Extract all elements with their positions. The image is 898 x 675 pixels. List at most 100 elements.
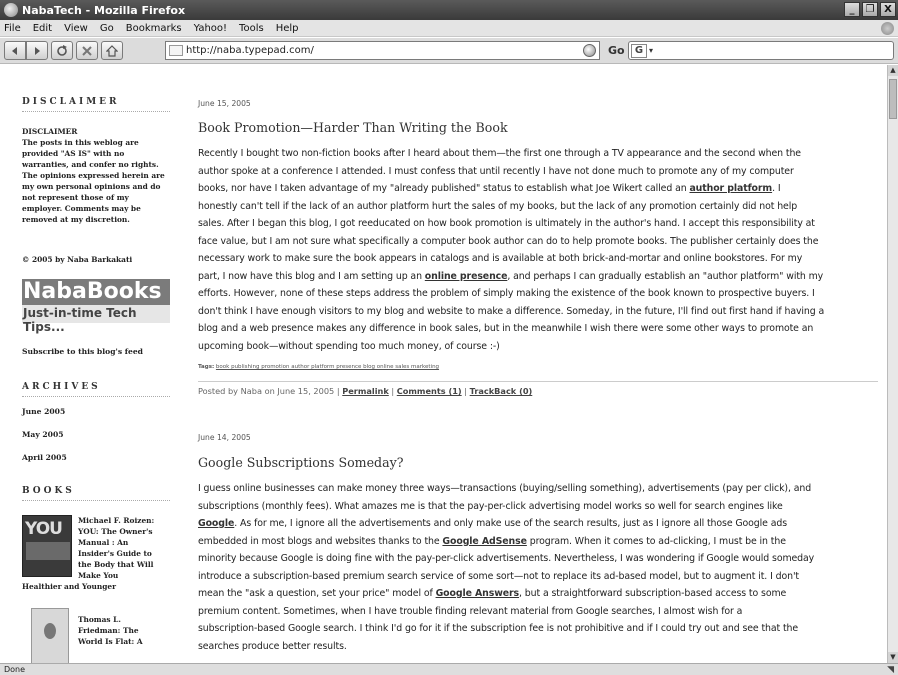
menu-view[interactable]: View [64,23,88,34]
post-body: Recently I bought two non-fiction books … [198,145,878,355]
google-search-engine-icon[interactable]: G [631,43,647,58]
menu-file[interactable]: File [4,23,21,34]
disclaimer-line: The posts in this weblog are [22,138,139,147]
post-text: face value, but I am not sure what speci… [198,235,819,247]
menu-edit[interactable]: Edit [33,23,52,34]
maximize-button[interactable]: ❐ [862,2,878,17]
book-description[interactable]: Michael F. Roizen: YOU: The Owner's Manu… [78,515,154,581]
post-text: I guess online businesses can make money… [198,483,812,494]
disclaimer-line: The opinions expressed herein are [22,171,165,180]
archives-heading: ARCHIVES [22,382,170,397]
post-line: minority because Google is doing fine wi… [198,550,878,568]
book-description-tail[interactable]: Healthier and Younger [22,581,116,592]
post-text: necessary work to make sure the book app… [198,253,803,264]
inline-link[interactable]: Google [198,518,234,529]
post-text: , and perhaps I can gradually establish … [507,270,824,282]
copyright-text: © 2005 by Naba Barkakati [22,255,133,264]
post-date: June 14, 2005 [198,433,251,442]
status-text: Done [4,665,26,674]
scroll-down-arrow-icon[interactable]: ▼ [888,652,898,663]
post-line: sales. After I began this blog, I got re… [198,215,878,233]
book-line: Friedman: The [78,626,139,635]
forward-button[interactable] [26,41,48,60]
reload-button[interactable] [51,41,73,60]
scroll-up-arrow-icon[interactable]: ▲ [888,65,898,76]
permalink-link[interactable]: Permalink [342,386,389,396]
window-controls: _ ❐ X [844,2,896,17]
post-date: June 15, 2005 [198,99,251,108]
disclaimer-text: DISCLAIMER The posts in this weblog are … [22,126,174,225]
back-button[interactable] [4,41,26,60]
disclaimer-line: not represent those of my [22,193,129,202]
rss-feed-icon[interactable]: ◥ [887,665,894,675]
post-line: I guess online businesses can make money… [198,480,878,498]
book-cover-figure [44,623,56,639]
close-button[interactable]: X [880,2,896,17]
go-button[interactable]: Go [608,44,625,57]
status-bar: Done ◥ [0,663,898,675]
post-line: Google. As for me, I ignore all the adve… [198,515,878,533]
post-line: books, nor have I taken advantage of my … [198,180,878,198]
minimize-button[interactable]: _ [844,2,860,17]
post-text: upcoming book—without spending too much … [198,340,500,352]
menu-bar: File Edit View Go Bookmarks Yahoo! Tools… [0,20,898,37]
back-arrow-icon [12,46,17,55]
home-button[interactable] [101,41,123,60]
vertical-scrollbar[interactable]: ▲ ▼ [887,65,898,663]
throbber-icon [881,22,894,35]
book-line: Manual : An [78,538,129,547]
post-line: honestly can't tell if the lack of an au… [198,198,878,216]
trackback-link[interactable]: TrackBack (0) [470,386,533,396]
nababooks-logo[interactable]: NabaBooks Just-in-time Tech Tips... [22,279,170,334]
comments-link[interactable]: Comments (1) [397,386,462,396]
archive-link-june-2005[interactable]: June 2005 [22,407,65,416]
chevron-down-icon[interactable]: ▾ [649,46,653,55]
subscribe-feed-link[interactable]: Subscribe to this blog's feed [22,347,143,356]
menu-yahoo[interactable]: Yahoo! [194,23,227,34]
archive-link-april-2005[interactable]: April 2005 [22,453,67,462]
scrollbar-thumb[interactable] [889,79,897,119]
menu-help[interactable]: Help [276,23,299,34]
book-cover-image[interactable]: YOU [22,515,72,577]
disclaimer-line: warranties, and confer no rights. [22,160,159,169]
disclaimer-line: DISCLAIMER [22,127,78,136]
book-line: the Body that Will [78,560,154,569]
post-tags: Tags: book publishing promotion author p… [198,364,439,370]
window-title: NabaTech - Mozilla Firefox [22,3,186,17]
book-cover-image[interactable] [31,608,69,663]
inline-link[interactable]: Google AdSense [442,536,527,547]
post-text: introduce a subscription-based premium s… [198,570,799,582]
disclaimer-line: provided "AS IS" with no [22,149,125,158]
stop-button[interactable] [76,41,98,60]
post-text: program. When it comes to ad-clicking, I… [526,535,786,547]
post-text: subscriptions (monthly fees). What amaze… [198,500,783,512]
book-description[interactable]: Thomas L. Friedman: The World Is Flat: A [78,614,143,647]
post-text: minority because Google is doing fine wi… [198,553,815,564]
post-line: face value, but I am not sure what speci… [198,233,878,251]
post-text: searches produce better results. [198,640,347,652]
book-cover-title: YOU [25,519,63,539]
menu-bookmarks[interactable]: Bookmarks [126,23,182,34]
inline-link[interactable]: online presence [425,271,508,282]
home-icon [106,44,118,57]
archive-link-may-2005[interactable]: May 2005 [22,430,64,439]
post-title[interactable]: Book Promotion—Harder Than Writing the B… [198,120,508,135]
post-title[interactable]: Google Subscriptions Someday? [198,455,404,470]
url-bar[interactable]: http://naba.typepad.com/ [165,41,600,60]
inline-link[interactable]: Google Answers [436,588,520,599]
post-line: subscription-based Google search. I thin… [198,620,878,638]
go-arrow-icon[interactable] [583,44,596,57]
menu-tools[interactable]: Tools [239,23,264,34]
menu-go[interactable]: Go [100,23,114,34]
post-text: efforts. However, none of these steps ad… [198,288,815,299]
post-text: . As for me, I ignore all the advertisem… [234,518,787,529]
inline-link[interactable]: author platform [689,183,772,194]
book-line: YOU: The Owner's [78,527,153,536]
post-text: author spoke at a conference I attended.… [198,165,794,177]
post-body: I guess online businesses can make money… [198,480,878,655]
post-line: author spoke at a conference I attended.… [198,163,878,181]
tags-links[interactable]: book publishing promotion author platfor… [216,364,439,370]
post-line: mean the "ask a question, set your price… [198,585,878,603]
tags-label: Tags: [198,364,215,370]
search-box[interactable]: G ▾ [628,41,894,60]
